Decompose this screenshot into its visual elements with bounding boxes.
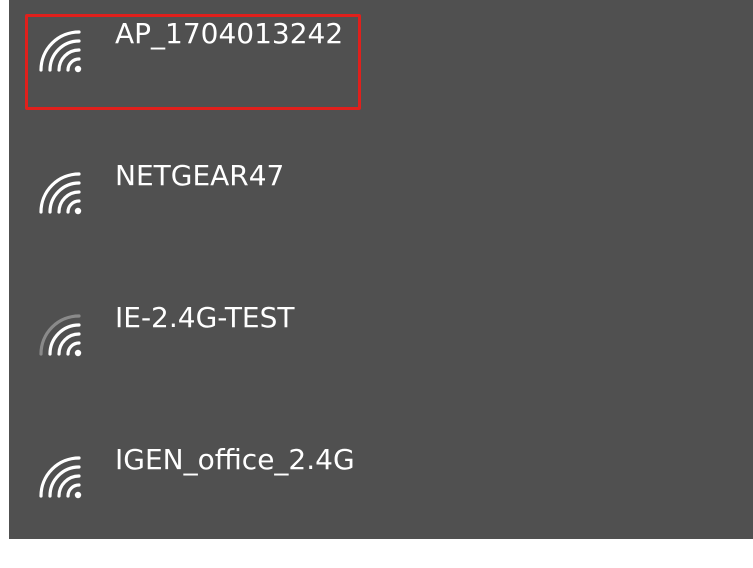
network-name: IGEN_office_2.4G xyxy=(115,443,355,476)
network-item-ap-1704013242[interactable]: AP_1704013242 xyxy=(9,0,753,142)
network-name: IE-2.4G-TEST xyxy=(115,301,295,334)
network-item-igen-office-2-4g[interactable]: IGEN_office_2.4G xyxy=(9,426,753,568)
network-name: NETGEAR47 xyxy=(115,159,285,192)
network-name: AP_1704013242 xyxy=(115,17,344,50)
wifi-signal-icon xyxy=(39,314,82,357)
network-item-netgear47[interactable]: NETGEAR47 xyxy=(9,142,753,284)
network-item-ie-2-4g-test[interactable]: IE-2.4G-TEST xyxy=(9,284,753,426)
wifi-signal-icon xyxy=(39,456,82,499)
wifi-signal-icon xyxy=(39,30,82,73)
wifi-signal-icon xyxy=(39,172,82,215)
wifi-network-list: AP_1704013242 NETGEAR47 IE-2.4G-TEST IGE… xyxy=(9,0,753,539)
